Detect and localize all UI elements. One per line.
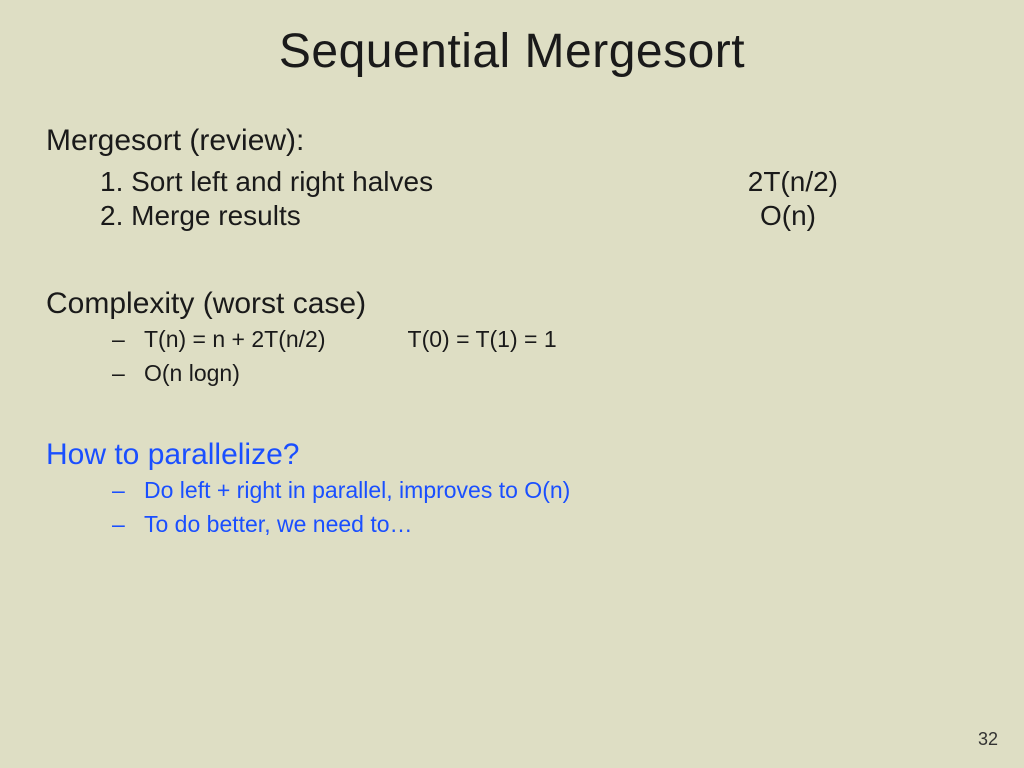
dash-icon: – xyxy=(112,360,144,388)
section-heading-complexity: Complexity (worst case) xyxy=(46,286,978,322)
list-item: – O(n logn) xyxy=(46,360,978,388)
list-item-cost: 2T(n/2) xyxy=(748,165,978,199)
slide: Sequential Mergesort Mergesort (review):… xyxy=(0,0,1024,768)
list-item-text: O(n logn) xyxy=(144,360,978,388)
list-item-cost: O(n) xyxy=(760,199,978,233)
list-item-text: T(n) = n + 2T(n/2)T(0) = T(1) = 1 xyxy=(144,326,978,354)
list-item-label: 1. Sort left and right halves xyxy=(100,165,433,199)
section-heading-review: Mergesort (review): xyxy=(46,123,978,159)
list-item-text: Do left + right in parallel, improves to… xyxy=(144,477,978,505)
list-item: 1. Sort left and right halves 2T(n/2) xyxy=(46,165,978,199)
list-item-text: To do better, we need to… xyxy=(144,511,978,539)
page-number: 32 xyxy=(978,729,998,750)
list-item: – To do better, we need to… xyxy=(46,511,978,539)
dash-icon: – xyxy=(112,477,144,505)
section-heading-parallelize: How to parallelize? xyxy=(46,437,978,473)
slide-title: Sequential Mergesort xyxy=(46,24,978,79)
list-item: – Do left + right in parallel, improves … xyxy=(46,477,978,505)
dash-icon: – xyxy=(112,511,144,539)
dash-icon: – xyxy=(112,326,144,354)
dash-list: – Do left + right in parallel, improves … xyxy=(46,477,978,538)
list-item: – T(n) = n + 2T(n/2)T(0) = T(1) = 1 xyxy=(46,326,978,354)
dash-list: – T(n) = n + 2T(n/2)T(0) = T(1) = 1 – O(… xyxy=(46,326,978,387)
list-item-label: 2. Merge results xyxy=(100,199,301,233)
list-item: 2. Merge results O(n) xyxy=(46,199,978,233)
slide-body: Mergesort (review): 1. Sort left and rig… xyxy=(46,123,978,539)
numbered-list: 1. Sort left and right halves 2T(n/2) 2.… xyxy=(46,165,978,232)
